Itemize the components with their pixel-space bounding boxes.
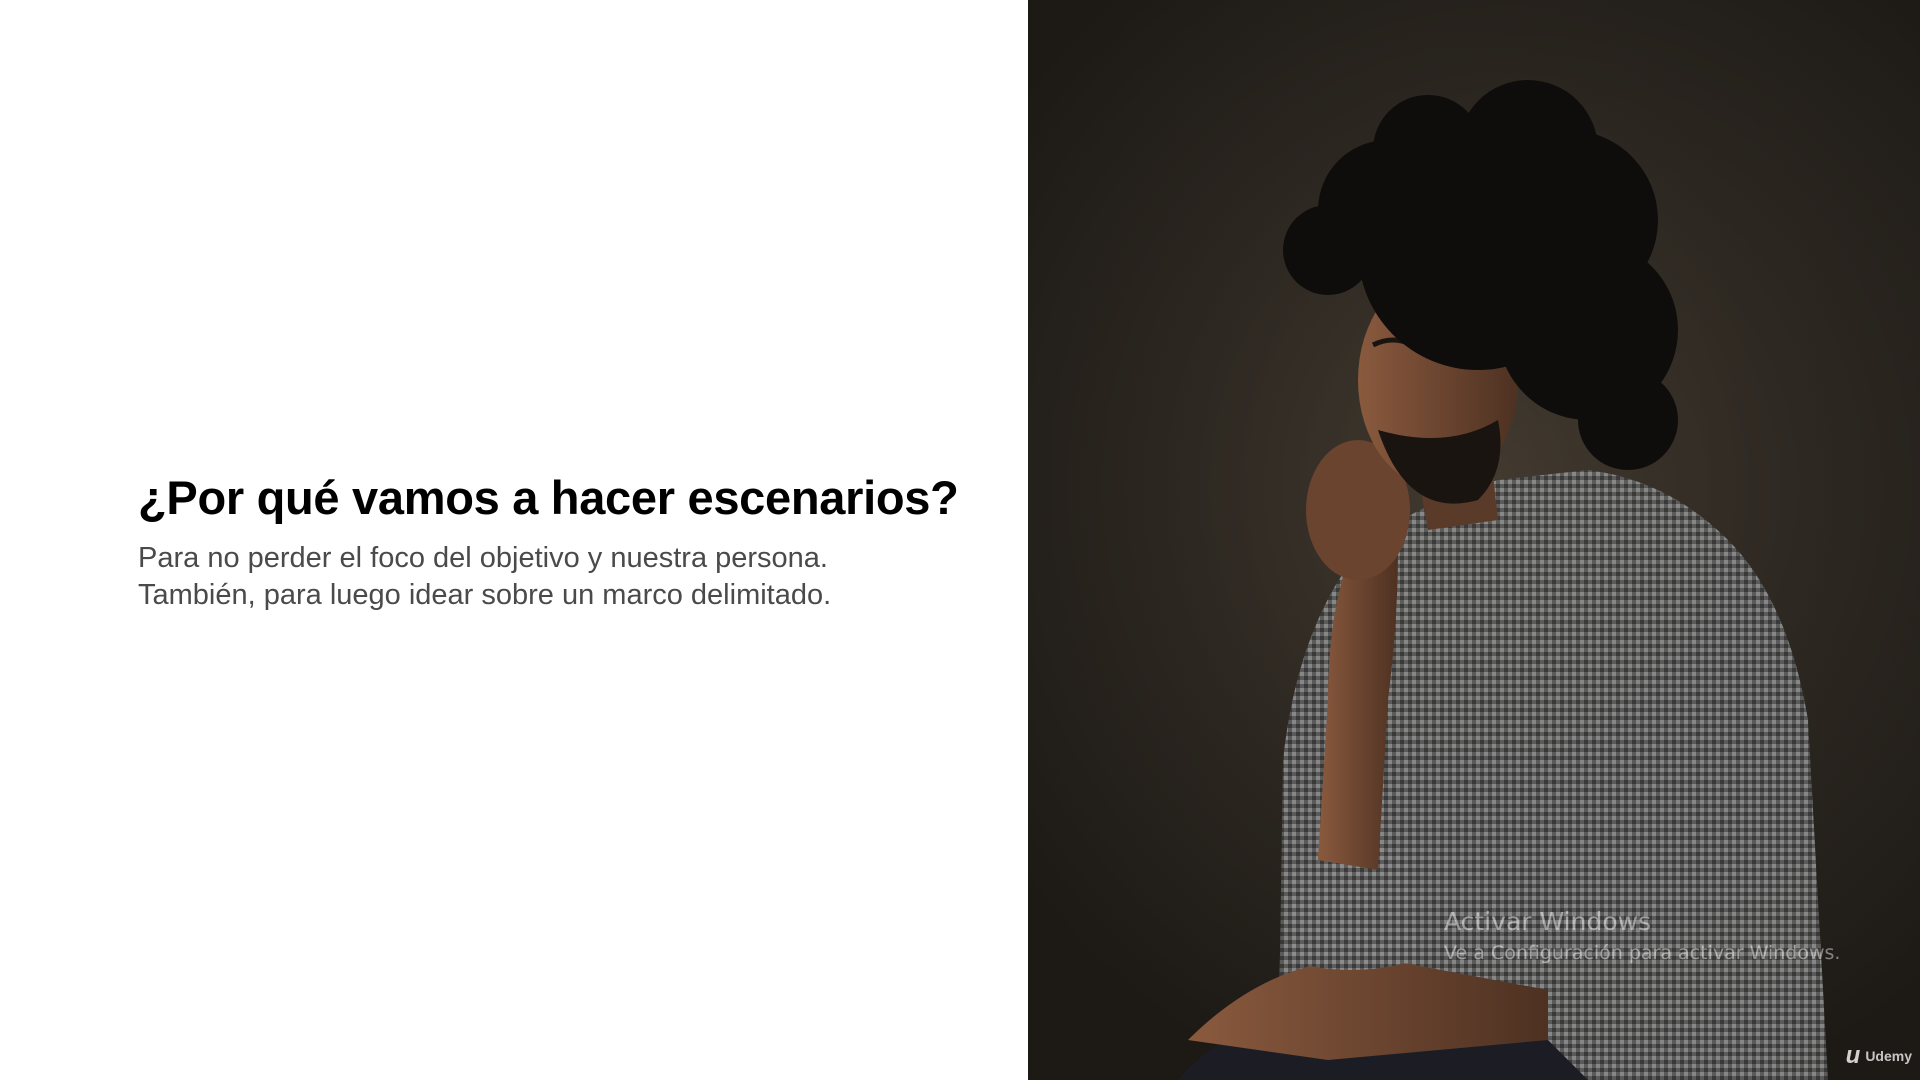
slide-body-line-2: También, para luego idear sobre un marco…	[138, 579, 832, 611]
udemy-brand: u Udemy	[1846, 1044, 1912, 1068]
watermark-title: Activar Windows	[1444, 907, 1652, 936]
brand-label: Udemy	[1865, 1048, 1912, 1064]
slide-body: Para no perder el foco del objetivo y nu…	[138, 540, 831, 614]
udemy-logo-icon: u	[1845, 1042, 1861, 1069]
watermark-subtitle: Ve a Configuración para activar Windows.	[1444, 942, 1841, 964]
windows-activation-watermark: Activar Windows Ve a Configuración para …	[1444, 906, 1840, 968]
slide-title: ¿Por qué vamos a hacer escenarios?	[138, 471, 959, 524]
slide: ¿Por qué vamos a hacer escenarios? Para …	[0, 0, 1920, 1080]
text-panel: ¿Por qué vamos a hacer escenarios? Para …	[0, 0, 1028, 1080]
slide-body-line-1: Para no perder el foco del objetivo y nu…	[138, 542, 828, 574]
